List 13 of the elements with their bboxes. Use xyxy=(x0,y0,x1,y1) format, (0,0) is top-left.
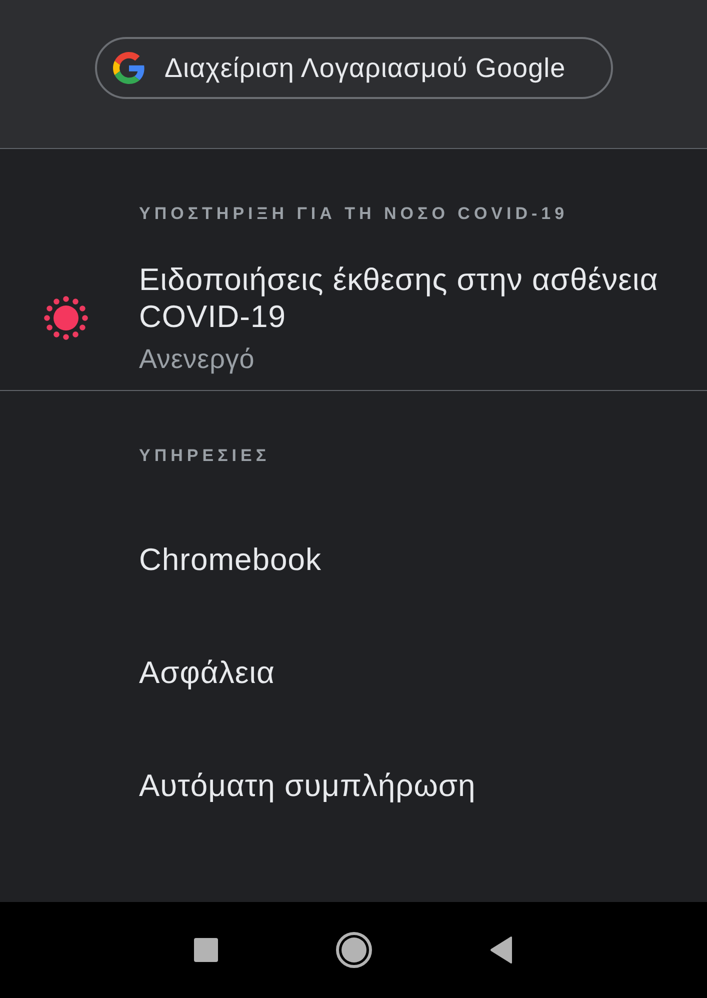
back-triangle-icon xyxy=(490,936,514,964)
section-header: ΥΠΗΡΕΣΙΕΣ xyxy=(139,445,270,467)
manage-account-button[interactable]: Διαχείριση Λογαριασμού Google xyxy=(94,37,612,99)
menu-item-title[interactable]: Ειδοποιήσεις έκθεσης στην ασθένεια COVID-19 xyxy=(139,261,684,335)
menu-item[interactable]: Αυτόματη συμπλήρωση xyxy=(139,767,476,804)
menu-item[interactable]: Chromebook xyxy=(139,541,322,578)
google-g-icon xyxy=(112,52,144,84)
exposure-notification-icon xyxy=(44,296,88,340)
menu-item-status: Ανενεργό xyxy=(139,343,255,375)
section-header: ΥΠΟΣΤΗΡΙΞΗ ΓΙΑ ΤΗ ΝΟΣΟ COVID-19 xyxy=(139,203,568,225)
home-circle-icon xyxy=(336,932,372,968)
square-icon xyxy=(194,938,218,962)
menu-item[interactable]: Ασφάλεια xyxy=(139,654,275,691)
